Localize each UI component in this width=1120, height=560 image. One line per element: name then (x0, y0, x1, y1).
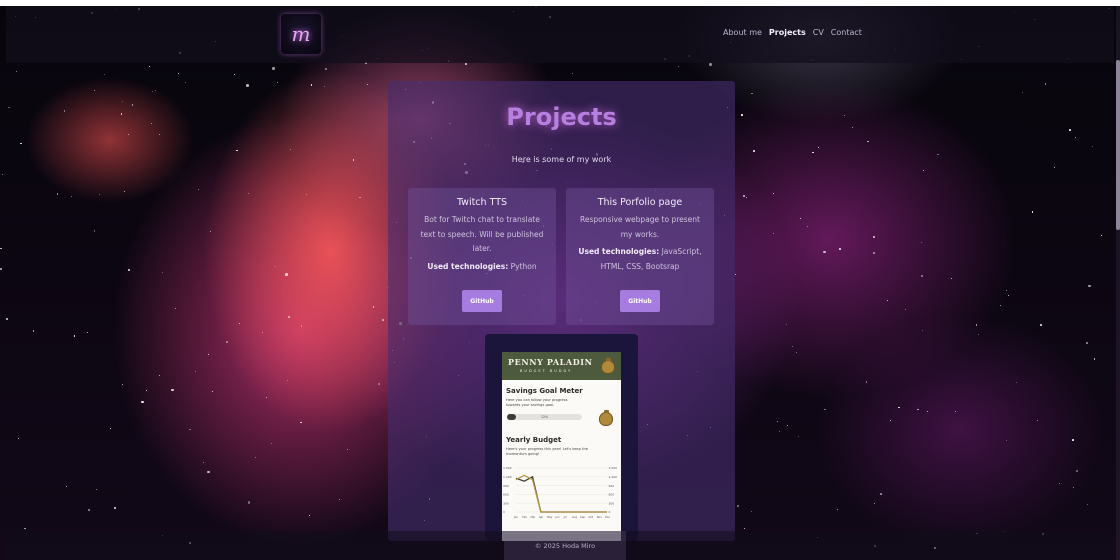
chart-x-tick: Nov (597, 515, 603, 519)
page-title: Projects (506, 103, 617, 131)
yearly-text: Here's your progress this year! Let's ke… (506, 447, 588, 456)
chart-y-tick: 1,200 (609, 475, 618, 479)
app-screenshot: PENNY PALADIN BUDGET BUDDY Savings Goal … (502, 352, 621, 541)
chart-y-tick: 0 (503, 510, 505, 514)
chart-x-tick: Apr (539, 515, 544, 519)
logo[interactable]: m (281, 14, 321, 54)
footer: © 2025 Hoda Miro (6, 531, 1114, 560)
yearly-budget-chart: 1,500 1,500 1,200 1,200 900 900 600 600 300 300 0 0… (503, 466, 618, 519)
chart-y-tick: 300 (503, 501, 509, 505)
savings-progress-label: 12% (540, 415, 549, 419)
savings-text: Here you can follow your progress toward… (506, 398, 568, 407)
savings-progress-fill (507, 414, 516, 420)
nav-links: About me Projects CV Contact (723, 28, 862, 37)
money-bag-icon (601, 358, 615, 374)
chart-x-tick: Oct (588, 515, 593, 519)
chart-series-gold (515, 474, 607, 513)
nav-link-cv[interactable]: CV (813, 28, 824, 37)
nav-link-contact[interactable]: Contact (831, 28, 862, 37)
chart-y-tick: 300 (609, 501, 615, 505)
chart-x-tick: Sep (580, 515, 585, 519)
app-preview-card[interactable]: PENNY PALADIN BUDGET BUDDY Savings Goal … (485, 334, 638, 541)
savings-progress-bar: 12% (507, 414, 582, 420)
chart-x-tick: Feb (522, 515, 527, 519)
chart-y-tick: 600 (609, 493, 615, 497)
project-description: Bot for Twitch chat to translate text to… (420, 215, 544, 253)
chart-x-tick: Aug (572, 515, 577, 519)
tech-label: Used technologies: (427, 261, 509, 271)
copyright-text: © 2025 Hoda Miro (504, 531, 626, 560)
github-button[interactable]: GitHub (620, 290, 660, 312)
chart-x-tick: May (547, 515, 553, 519)
github-button[interactable]: GitHub (462, 290, 502, 312)
app-header: PENNY PALADIN BUDGET BUDDY (502, 352, 621, 380)
project-technologies: Used technologies: Python (416, 260, 548, 275)
logo-glyph: m (291, 22, 311, 46)
tech-list: Python (510, 261, 537, 271)
project-description: Responsive webpage to present my works. (580, 215, 700, 239)
chart-y-tick: 600 (503, 493, 509, 497)
chart-y-tick: 1,500 (609, 466, 618, 470)
project-card-portfolio: This Porfolio page Responsive webpage to… (566, 188, 714, 325)
nav-link-projects[interactable]: Projects (769, 28, 806, 37)
money-bag-icon (599, 410, 613, 426)
scrollbar-thumb[interactable] (1116, 60, 1120, 230)
page-subtitle: Here is some of my work (511, 155, 612, 164)
yearly-heading: Yearly Budget (506, 436, 562, 444)
chart-y-tick: 1,200 (503, 475, 512, 479)
chart-x-tick: Dec (605, 515, 611, 519)
chart-y-tick: 1,500 (503, 466, 512, 470)
navbar: m About me Projects CV Contact (6, 6, 1114, 63)
chart-x-tick: Jul (563, 515, 567, 519)
project-title: Twitch TTS (456, 197, 508, 208)
chart-x-tick: Mar (531, 515, 537, 519)
project-technologies: Used technologies: JavaScript, HTML, CSS… (574, 245, 706, 274)
tech-label: Used technologies: (578, 247, 660, 256)
savings-heading: Savings Goal Meter (506, 387, 583, 395)
chart-x-tick: Jun (554, 515, 559, 519)
nav-link-about[interactable]: About me (723, 28, 762, 37)
projects-panel: Projects Here is some of my work Twitch … (388, 81, 735, 541)
project-title: This Porfolio page (597, 197, 683, 208)
project-card-twitch-tts: Twitch TTS Bot for Twitch chat to transl… (408, 188, 556, 325)
chart-y-tick: 900 (503, 484, 509, 488)
chart-y-tick: 900 (609, 484, 615, 488)
chart-x-tick: Jan (513, 515, 518, 519)
chart-y-tick: 0 (609, 510, 611, 514)
